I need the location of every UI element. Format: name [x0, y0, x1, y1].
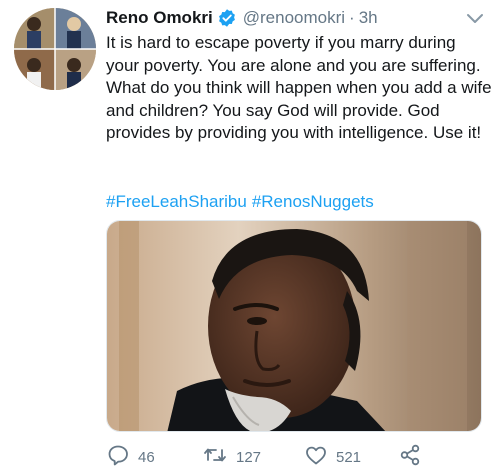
- hashtag-link[interactable]: #FreeLeahSharibu: [106, 192, 247, 211]
- heart-icon: [304, 443, 328, 472]
- timestamp[interactable]: 3h: [359, 8, 378, 28]
- handle[interactable]: @renoomokri: [243, 8, 345, 28]
- hashtag-link[interactable]: #RenosNuggets: [252, 192, 374, 211]
- share-button[interactable]: [398, 442, 422, 472]
- reply-count: 46: [138, 448, 155, 466]
- tweet-photo[interactable]: [106, 220, 482, 432]
- separator-dot: ·: [349, 8, 355, 27]
- tweet-actions: 46 127 521: [106, 442, 486, 472]
- like-button[interactable]: 521: [304, 442, 361, 472]
- reply-icon: [106, 443, 130, 472]
- reply-button[interactable]: 46: [106, 442, 155, 472]
- display-name[interactable]: Reno Omokri: [106, 8, 213, 28]
- share-icon: [398, 443, 422, 472]
- retweet-count: 127: [236, 448, 262, 466]
- hashtags: #FreeLeahSharibu #RenosNuggets: [106, 192, 379, 212]
- verified-badge-icon: [217, 8, 237, 28]
- retweet-icon: [202, 443, 228, 472]
- tweet-text: It is hard to escape poverty if you marr…: [106, 33, 492, 142]
- chevron-down-icon[interactable]: [466, 12, 484, 26]
- avatar[interactable]: [14, 8, 96, 90]
- tweet-header: Reno Omokri @renoomokri · 3h: [106, 6, 378, 30]
- like-count: 521: [336, 448, 362, 466]
- retweet-button[interactable]: 127: [202, 442, 261, 472]
